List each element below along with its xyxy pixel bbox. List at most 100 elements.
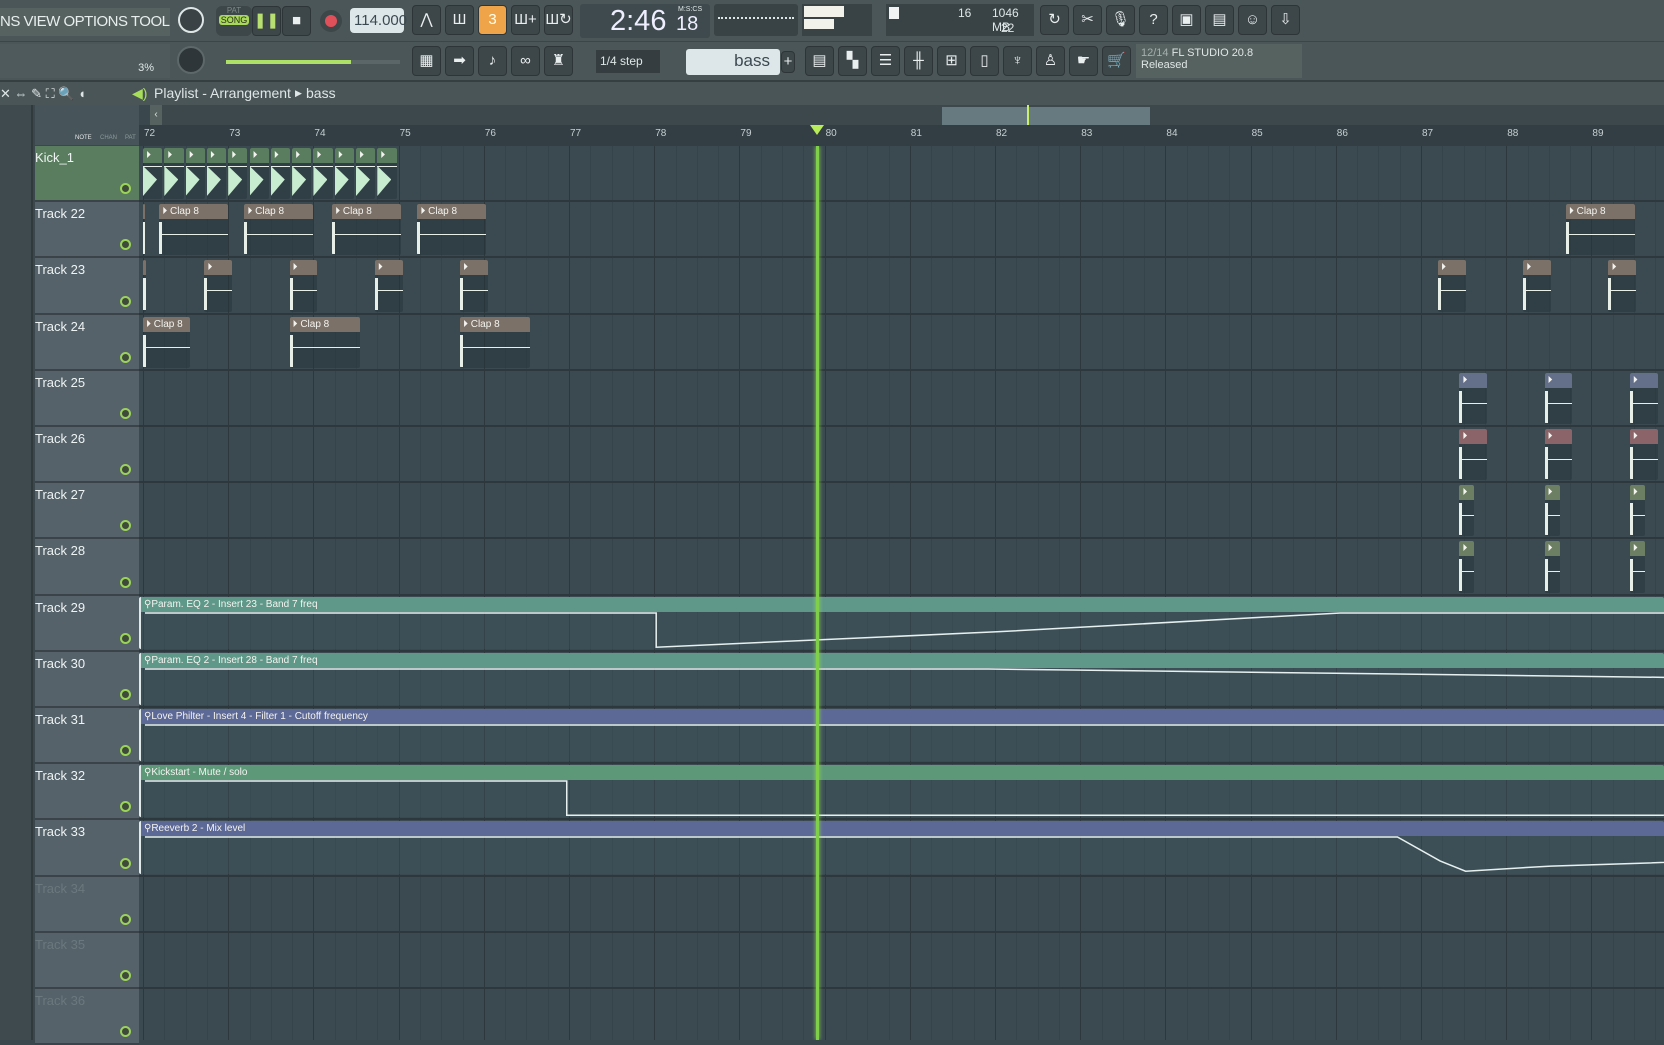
playhead[interactable] [816,146,819,1040]
pattern-clip[interactable]: ⏵ [1523,260,1551,311]
track-lane[interactable] [139,933,1664,989]
track-lane[interactable]: ⚲Kickstart - Mute / solo [139,764,1664,820]
track-lane[interactable]: ⏵ ⏵ ⏵ ⏵ ⏵ ⏵ ⏵ ⏵ [139,258,1664,314]
pattern-clip[interactable]: ⏵ [271,148,290,199]
playlist-overview-scrollbar[interactable]: ‹ [150,105,1664,125]
add-pattern-button[interactable]: + [781,51,795,73]
track-mute-toggle[interactable] [120,352,131,363]
track-header[interactable]: Track 31 [35,708,139,764]
export-button[interactable]: ▤ [1205,5,1234,35]
pattern-clip[interactable]: ⏵ [335,148,354,199]
master-volume-knob[interactable] [177,46,205,74]
pattern-clip[interactable]: ⏵ Clap 8 [332,204,401,255]
track-header[interactable]: Track 34 [35,877,139,933]
automation-clip[interactable]: ⚲Param. EQ 2 - Insert 23 - Band 7 freq [139,597,1664,649]
pattern-clip[interactable]: ⏵ [143,204,145,255]
step-edit-button[interactable]: Ш+ [511,5,540,35]
pattern-clip[interactable]: ⏵ [204,260,232,311]
shop-button[interactable]: 🛒 [1102,46,1131,76]
playlist-button[interactable]: ▤ [805,46,834,76]
playlist-grid[interactable]: ⏵ ⏵ ⏵ ⏵ ⏵ ⏵ ⏵ ⏵ ⏵ ⏵ ⏵ ⏵ ⏵ ⏵ Clap 8⏵ Clap… [139,146,1664,1040]
pattern-clip[interactable]: ⏵ [1459,541,1474,592]
pattern-clip[interactable]: ⏵ Clap 8 [159,204,228,255]
automation-curve[interactable] [145,781,1664,815]
pattern-clip[interactable]: ⏵ [1630,541,1645,592]
pattern-clip[interactable]: ⏵ Clap 8 [244,204,313,255]
track-mute-toggle[interactable] [120,577,131,588]
loop-record-button[interactable]: Ш↻ [544,5,573,35]
pattern-clip[interactable]: ⏵ Clap 8 [143,317,190,368]
track-mute-toggle[interactable] [120,239,131,250]
automation-clip[interactable]: ⚲Reeverb 2 - Mix level [139,821,1664,873]
mixer-button[interactable]: ╫ [904,46,933,76]
playhead-marker-icon[interactable] [810,125,824,135]
pat-song-toggle[interactable]: PAT SONG [216,6,252,36]
track-header[interactable]: Track 23 [35,258,139,314]
chat-button[interactable]: ☺ [1238,5,1267,35]
help-button[interactable]: ? [1139,5,1168,35]
pattern-clip[interactable]: ⏵ [1545,541,1560,592]
track-lane[interactable]: ⚲Param. EQ 2 - Insert 23 - Band 7 freq [139,596,1664,652]
pattern-clip[interactable]: ⏵ [228,148,247,199]
master-volume-slider[interactable] [226,60,400,64]
automation-curve[interactable] [145,837,1664,871]
track-mute-toggle[interactable] [120,633,131,644]
record-audio-button[interactable]: 🎙 [1106,5,1135,35]
track-lane[interactable]: ⏵ ⏵ ⏵ [139,427,1664,483]
track-header[interactable]: Kick_1 [35,146,139,202]
undo-history-button[interactable]: ↻ [1040,5,1069,35]
pattern-clip[interactable]: ⏵ [1545,429,1573,480]
next-button[interactable]: ➡ [445,46,474,76]
browser-button[interactable]: ⊞ [937,46,966,76]
plugin-button[interactable]: ♆ [1003,46,1032,76]
track-mute-toggle[interactable] [120,296,131,307]
track-header[interactable]: Track 36 [35,989,139,1045]
tempo-field[interactable]: 114.000 [350,8,404,33]
track-lane[interactable] [139,989,1664,1040]
track-lane[interactable]: ⏵ ⏵ ⏵ ⏵ ⏵ ⏵ ⏵ ⏵ ⏵ ⏵ ⏵ ⏵ [139,146,1664,202]
brush-button[interactable]: ♪ [478,46,507,76]
master-pitch-knob[interactable] [178,7,204,33]
pattern-clip[interactable]: ⏵ Clap 8 [417,204,486,255]
typing-keyboard-button[interactable]: ♜ [544,46,573,76]
news-panel[interactable]: 12/14 FL STUDIO 20.8 Released [1136,44,1302,78]
piano-roll-button[interactable]: ▦ [412,46,441,76]
track-mute-toggle[interactable] [120,464,131,475]
track-lane[interactable]: ⚲Love Philter - Insert 4 - Filter 1 - Cu… [139,708,1664,764]
cut-tool-button[interactable]: ✂ [1073,5,1102,35]
track-mute-toggle[interactable] [120,1026,131,1037]
track-mute-toggle[interactable] [120,858,131,869]
step-sequencer-button[interactable]: ▚ [838,46,867,76]
track-lane[interactable]: ⚲Param. EQ 2 - Insert 28 - Band 7 freq [139,652,1664,708]
track-header[interactable]: Track 29 [35,596,139,652]
pattern-selector[interactable]: bass [686,49,780,75]
pattern-clip[interactable]: ⏵ [1438,260,1466,311]
tab-chan[interactable]: CHAN [100,135,117,141]
pattern-clip[interactable]: ⏵ [1545,373,1573,424]
track-header[interactable]: Track 22 [35,202,139,258]
countdown-button[interactable]: 3 [478,5,507,35]
track-header[interactable]: Track 27 [35,483,139,539]
pattern-clip[interactable]: ⏵ [1630,373,1658,424]
download-button[interactable]: ⇩ [1271,5,1300,35]
pattern-clip[interactable]: ⏵ [1630,429,1658,480]
pattern-clip[interactable]: ⏵ Clap 8 [290,317,360,368]
song-time-display[interactable]: 2:46 18 M:S:CS [580,4,710,38]
save-button[interactable]: ▣ [1172,5,1201,35]
track-lane[interactable]: ⚲Reeverb 2 - Mix level [139,820,1664,876]
pattern-clip[interactable]: ⏵ [290,260,318,311]
pattern-clip[interactable]: ⏵ [207,148,226,199]
tab-note[interactable]: NOTE [75,135,92,141]
pattern-clip[interactable]: ⏵ Clap 8 [460,317,530,368]
pattern-clip[interactable]: ⏵ [292,148,311,199]
pattern-clip[interactable]: ⏵ [250,148,269,199]
track-mute-toggle[interactable] [120,914,131,925]
track-lane[interactable] [139,877,1664,933]
speaker-icon[interactable]: ◀) [132,82,147,105]
pattern-clip[interactable]: ⏵ [164,148,183,199]
automation-clip[interactable]: ⚲Param. EQ 2 - Insert 28 - Band 7 freq [139,653,1664,705]
pattern-clip[interactable]: ⏵ [375,260,403,311]
metronome-button[interactable]: ⋀ [412,5,441,35]
track-lane[interactable]: ⏵ Clap 8 ⏵ Clap 8 ⏵ Clap 8 [139,315,1664,371]
pattern-clip[interactable]: ⏵ [356,148,375,199]
